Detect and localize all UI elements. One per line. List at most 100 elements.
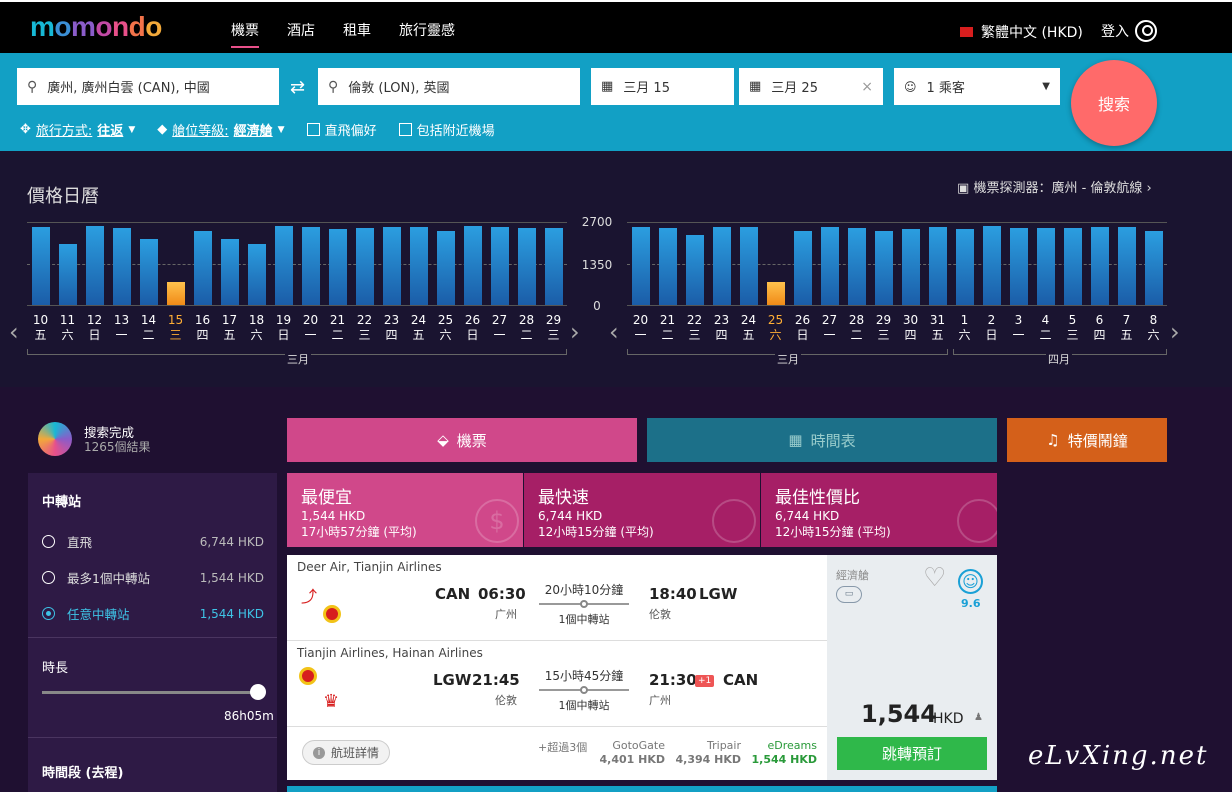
price-bar[interactable] [463, 225, 482, 305]
day-label[interactable]: 21 二 [656, 313, 680, 343]
tab-flights[interactable]: ⬙ 機票 [287, 418, 637, 462]
day-label[interactable]: 29 三 [542, 313, 566, 343]
flight-result-card[interactable]: Deer Air, Tianjin Airlines ⤴ CAN 06:30 广… [287, 555, 997, 780]
momondo-logo[interactable]: momondo [30, 11, 162, 43]
price-bar[interactable] [544, 227, 563, 305]
day-label[interactable]: 7五 [1115, 313, 1139, 343]
price-bar[interactable] [85, 225, 104, 305]
price-bar[interactable] [955, 228, 974, 305]
price-bar[interactable] [874, 230, 893, 305]
day-label[interactable]: 26 日 [791, 313, 815, 343]
stop-option-one[interactable]: 最多1個中轉站 1,544 HKD [42, 568, 264, 587]
price-bar[interactable] [355, 227, 374, 305]
price-bar[interactable] [847, 227, 866, 305]
day-label[interactable]: 8六 [1142, 313, 1166, 343]
day-label[interactable]: 26 日 [461, 313, 485, 343]
sort-cheapest[interactable]: 最便宜 1,544 HKD 17小時57分鐘 (平均) $ [287, 473, 523, 547]
day-label[interactable]: 29 三 [872, 313, 896, 343]
chevron-left-icon[interactable]: ‹ [9, 318, 19, 346]
day-label[interactable]: 20 一 [299, 313, 323, 343]
price-bar[interactable] [820, 226, 839, 305]
price-bar[interactable] [328, 228, 347, 305]
sort-best-value[interactable]: 最佳性價比 6,744 HKD 12小時15分鐘 (平均) [761, 473, 997, 547]
price-bar[interactable] [1063, 227, 1082, 305]
login-button[interactable]: 登入 [1101, 20, 1157, 42]
search-button[interactable]: 搜索 [1071, 60, 1157, 146]
stop-option-any[interactable]: 任意中轉站 1,544 HKD [42, 604, 264, 623]
day-label[interactable]: 30 四 [899, 313, 923, 343]
price-bar[interactable] [166, 281, 185, 305]
day-label[interactable]: 25 六 [434, 313, 458, 343]
price-bar[interactable] [58, 243, 77, 305]
cabin-dropdown[interactable]: ◆ 艙位等級: 經濟艙 ▼ [157, 120, 284, 139]
chevron-right-icon[interactable]: › [1170, 318, 1180, 346]
language-selector[interactable]: 繁體中文 (HKD) [960, 22, 1083, 42]
price-alert-button[interactable]: ♫ 特價鬧鐘 [1007, 418, 1167, 462]
day-label[interactable]: 4二 [1034, 313, 1058, 343]
day-label[interactable]: 24 五 [407, 313, 431, 343]
price-bar[interactable] [658, 227, 677, 305]
price-bar[interactable] [112, 227, 131, 305]
flight-explorer-link[interactable]: ▣ 機票探測器：廣州 - 倫敦航線 › [957, 177, 1152, 196]
price-bar[interactable] [739, 226, 758, 305]
clear-icon[interactable]: × [861, 79, 873, 95]
price-bar[interactable] [220, 238, 239, 305]
passenger-field[interactable]: ☺ 1 乘客 ▼ [894, 68, 1060, 105]
price-bar[interactable] [382, 226, 401, 305]
price-bar[interactable] [193, 231, 212, 305]
duration-slider-handle[interactable] [250, 684, 266, 700]
day-label[interactable]: 10 五 [29, 313, 53, 343]
nav-hotels[interactable]: 酒店 [287, 20, 315, 48]
day-label[interactable]: 22 三 [353, 313, 377, 343]
nav-cars[interactable]: 租車 [343, 20, 371, 48]
day-label[interactable]: 19 日 [272, 313, 296, 343]
day-label[interactable]: 2日 [980, 313, 1004, 343]
more-providers-link[interactable]: +超過3個 [538, 739, 587, 755]
trip-type-dropdown[interactable]: ✥ 旅行方式: 往返 ▼ [20, 120, 135, 139]
provider-edreams[interactable]: eDreams 1,544 HKD [747, 739, 817, 767]
price-bar[interactable] [436, 231, 455, 305]
day-label[interactable]: 20 一 [629, 313, 653, 343]
price-bar[interactable] [274, 225, 293, 305]
book-button[interactable]: 跳轉預訂 [837, 737, 987, 770]
day-label[interactable]: 31 五 [926, 313, 950, 343]
heart-icon[interactable]: ♡ [923, 565, 946, 591]
origin-field[interactable]: ⚲ 廣州, 廣州白雲 (CAN), 中國 [17, 68, 279, 105]
return-date-field[interactable]: ▦ 三月 25 × [739, 68, 883, 105]
day-label[interactable]: 16 四 [191, 313, 215, 343]
day-label[interactable]: 23 四 [710, 313, 734, 343]
day-label[interactable]: 28 二 [845, 313, 869, 343]
chevron-left-icon[interactable]: ‹ [609, 318, 619, 346]
day-label[interactable]: 22 三 [683, 313, 707, 343]
price-bar[interactable] [247, 243, 266, 305]
destination-field[interactable]: ⚲ 倫敦 (LON), 英國 [318, 68, 580, 105]
price-bar[interactable] [928, 226, 947, 305]
provider-tripair[interactable]: Tripair 4,394 HKD [671, 739, 741, 767]
price-bar[interactable] [685, 234, 704, 305]
day-label[interactable]: 27 一 [818, 313, 842, 343]
price-bar[interactable] [409, 226, 428, 305]
price-bar[interactable] [301, 226, 320, 305]
price-bar[interactable] [982, 225, 1001, 305]
swap-icon[interactable]: ⇄ [290, 77, 305, 98]
price-bar[interactable] [1144, 230, 1163, 305]
day-label[interactable]: 23 四 [380, 313, 404, 343]
price-bar[interactable] [490, 226, 509, 305]
day-label[interactable]: 28 二 [515, 313, 539, 343]
day-label[interactable]: 27 一 [488, 313, 512, 343]
day-label[interactable]: 12 日 [83, 313, 107, 343]
provider-gotogate[interactable]: GotoGate 4,401 HKD [595, 739, 665, 767]
sort-fastest[interactable]: 最快速 6,744 HKD 12小時15分鐘 (平均) [524, 473, 760, 547]
tab-schedule[interactable]: ▦ 時間表 [647, 418, 997, 462]
stop-option-direct[interactable]: 直飛 6,744 HKD [42, 532, 264, 551]
day-label[interactable]: 21 二 [326, 313, 350, 343]
day-label[interactable]: 25 六 [764, 313, 788, 343]
day-label[interactable]: 3一 [1007, 313, 1031, 343]
chevron-right-icon[interactable]: › [570, 318, 580, 346]
price-bar[interactable] [1090, 226, 1109, 305]
day-label[interactable]: 18 六 [245, 313, 269, 343]
day-label[interactable]: 14 二 [137, 313, 161, 343]
price-bar[interactable] [631, 226, 650, 305]
day-label[interactable]: 24 五 [737, 313, 761, 343]
price-bar[interactable] [712, 226, 731, 305]
